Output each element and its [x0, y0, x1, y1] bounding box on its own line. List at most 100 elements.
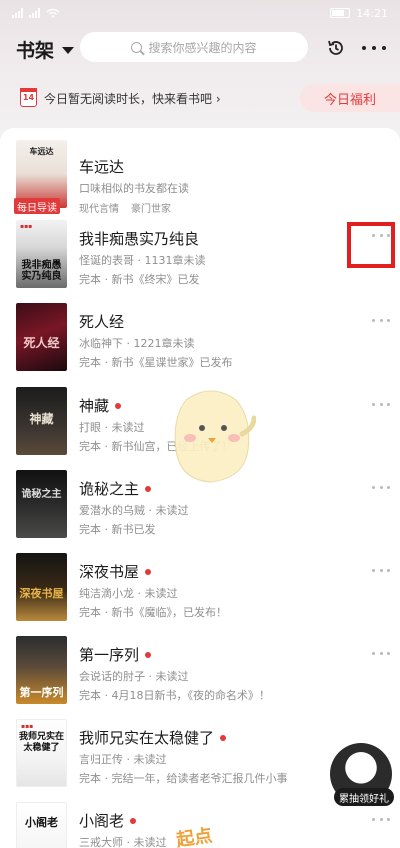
book-title: 死人经: [79, 311, 124, 332]
update-dot: [145, 485, 152, 492]
book-title: 我非痴愚实乃纯良: [79, 228, 199, 249]
book-meta: 完本 · 新书已发: [79, 523, 156, 536]
list-item[interactable]: ▪▪▪ 我非痴愚 实乃纯良 我非痴愚实乃纯良 怪诞的表哥 · 1131章未读 完…: [0, 220, 400, 304]
cover-title: 深夜书屋: [19, 587, 64, 600]
book-cover: 深夜书屋: [16, 553, 67, 621]
highlight-box: [347, 222, 395, 268]
caret-down-icon: [62, 47, 75, 54]
book-title: 神藏: [79, 395, 122, 416]
book-title: 车远达: [79, 156, 124, 177]
header: 书架 搜索你感兴趣的内容: [0, 30, 400, 66]
search-icon: [131, 41, 143, 53]
signal-area: [12, 8, 60, 18]
book-title: 小阁老: [79, 810, 137, 831]
book-title-text: 死人经: [79, 313, 125, 331]
book-sub: 打眼 · 未读过: [79, 421, 145, 434]
book-title-text: 神藏: [79, 397, 110, 415]
book-title-text: 深夜书屋: [79, 563, 140, 581]
list-item[interactable]: 车远达 每日导读 车远达 口味相似的书友都在读 现代言情 豪门世家: [0, 140, 400, 224]
cover-title: 诡秘之主: [21, 489, 62, 500]
gift-label[interactable]: 累抽领好礼: [334, 788, 394, 806]
status-right: 14:21: [330, 7, 388, 20]
more-options-icon[interactable]: [372, 317, 390, 323]
cover-title: 神藏: [29, 412, 54, 426]
tag: 豪门世家: [131, 204, 171, 215]
book-meta: 完本 · 新书《终宋》已发: [79, 273, 200, 286]
more-options-icon[interactable]: [372, 567, 390, 573]
more-menu-icon[interactable]: [362, 38, 386, 58]
more-options-icon[interactable]: [372, 401, 390, 407]
book-cover: 诡秘之主: [16, 470, 67, 538]
clock: 14:21: [356, 6, 388, 20]
calendar-day: 14: [22, 93, 35, 102]
book-cover: 第一序列: [16, 636, 67, 704]
book-title-text: 我师兄实在太稳健了: [79, 729, 215, 747]
cover-title: 死人经: [23, 336, 60, 350]
status-bar: 14:21: [0, 0, 400, 26]
book-cover: 死人经: [16, 303, 67, 371]
book-sub: 口味相似的书友都在读: [79, 182, 189, 195]
daily-guide-badge: 每日导读: [14, 198, 60, 214]
mascot-sticker: [174, 390, 256, 483]
bookshelf-list: 车远达 每日导读 车远达 口味相似的书友都在读 现代言情 豪门世家 ▪▪▪ 我非…: [0, 128, 400, 848]
book-title: 诡秘之主: [79, 478, 152, 499]
book-meta: 完本 · 新书《星谍世家》已发布: [79, 356, 233, 369]
list-item[interactable]: 死人经 死人经 冰临神下 · 1221章未读 完本 · 新书《星谍世家》已发布: [0, 303, 400, 387]
search-placeholder: 搜索你感兴趣的内容: [148, 40, 257, 55]
wifi-icon: [46, 8, 60, 18]
book-sub: 三戒大师 · 未读过: [79, 836, 167, 848]
book-meta: 完本 · 完结一年，给读者老爷汇报几件小事: [79, 772, 288, 785]
book-title-text: 我非痴愚实乃纯良: [79, 230, 200, 248]
book-title-text: 小阁老: [79, 812, 125, 830]
update-dot: [145, 568, 152, 575]
cover-title: 我非痴愚 实乃纯良: [21, 260, 62, 282]
reading-time-banner: 14 今日暂无阅读时长，快来看书吧 › 今日福利: [0, 84, 400, 112]
cover-title: 我师兄实在 太稳健了: [18, 732, 64, 753]
signal-icon: [12, 8, 23, 18]
book-title: 深夜书屋: [79, 561, 152, 582]
book-sub: 纯洁滴小龙 · 未读过: [79, 587, 178, 600]
history-icon[interactable]: [326, 38, 346, 58]
book-cover: 小阁老: [16, 802, 67, 848]
cover-publisher: ▪▪▪: [21, 723, 34, 730]
book-meta: 完本 · 新书《魔临》，已发布！: [79, 606, 227, 619]
book-title-text: 诡秘之主: [79, 480, 140, 498]
more-options-icon[interactable]: [372, 650, 390, 656]
reading-time-text[interactable]: 今日暂无阅读时长，快来看书吧 ›: [44, 90, 221, 107]
book-sub: 会说话的肘子 · 未读过: [79, 670, 189, 683]
update-dot: [220, 734, 227, 741]
search-input[interactable]: 搜索你感兴趣的内容: [80, 32, 308, 62]
cover-title: 第一序列: [19, 686, 64, 699]
reading-time-label: 今日暂无阅读时长，快来看书吧: [44, 92, 213, 106]
page-title: 书架: [16, 40, 55, 62]
update-dot: [115, 402, 122, 409]
book-tags: 现代言情 豪门世家: [79, 200, 171, 215]
signal-icon-2: [29, 8, 40, 18]
list-item[interactable]: 深夜书屋 深夜书屋 纯洁滴小龙 · 未读过 完本 · 新书《魔临》，已发布！: [0, 553, 400, 637]
book-title: 第一序列: [79, 644, 152, 665]
battery-icon: [330, 8, 351, 18]
cover-publisher: ▪▪▪: [20, 223, 33, 230]
book-cover: ▪▪▪ 我师兄实在 太稳健了: [16, 719, 67, 787]
book-title: 我师兄实在太稳健了: [79, 727, 227, 748]
book-title-text: 第一序列: [79, 646, 140, 664]
book-sub: 言归正传 · 未读过: [79, 753, 167, 766]
book-sub: 爱潜水的乌贼 · 未读过: [79, 504, 189, 517]
tag: 现代言情: [79, 204, 119, 215]
daily-welfare-button[interactable]: 今日福利: [300, 84, 400, 112]
more-options-icon[interactable]: [372, 816, 390, 822]
book-meta: 完本 · 4月18日新书，《夜的命名术》！: [79, 689, 270, 702]
book-title-text: 车远达: [79, 158, 125, 176]
shelf-dropdown[interactable]: 书架: [16, 36, 75, 63]
list-item[interactable]: 第一序列 第一序列 会说话的肘子 · 未读过 完本 · 4月18日新书，《夜的命…: [0, 636, 400, 720]
book-cover: 神藏: [16, 387, 67, 455]
update-dot: [145, 651, 152, 658]
book-sub: 冰临神下 · 1221章未读: [79, 337, 195, 350]
cover-title: 车远达: [29, 147, 54, 156]
cover-title: 小阁老: [25, 816, 58, 829]
update-dot: [130, 817, 137, 824]
book-sub: 怪诞的表哥 · 1131章未读: [79, 254, 206, 267]
book-cover: ▪▪▪ 我非痴愚 实乃纯良: [16, 220, 67, 288]
welfare-label: 今日福利: [323, 92, 376, 108]
more-options-icon[interactable]: [372, 484, 390, 490]
